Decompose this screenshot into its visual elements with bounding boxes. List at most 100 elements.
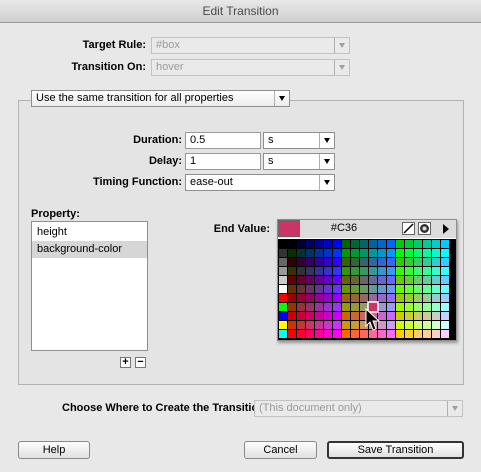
cancel-button[interactable]: Cancel	[244, 441, 317, 459]
delay-label: Delay:	[148, 155, 182, 167]
duration-unit-select[interactable]: s	[263, 132, 335, 149]
color-hex-value: #C36	[330, 222, 358, 234]
palette-cell	[441, 258, 449, 266]
palette-cell	[378, 285, 386, 293]
palette-cell	[342, 294, 350, 302]
palette-cell	[342, 285, 350, 293]
remove-property-button[interactable]: −	[135, 357, 146, 368]
palette-cell	[441, 267, 449, 275]
palette-cell	[396, 330, 404, 338]
palette-cell	[315, 303, 323, 311]
target-rule-label: Target Rule:	[82, 39, 146, 51]
help-button[interactable]: Help	[18, 441, 90, 459]
palette-cell	[342, 330, 350, 338]
palette-cell	[279, 258, 287, 266]
palette-cell	[360, 294, 368, 302]
palette-cell	[414, 294, 422, 302]
palette-cell	[432, 321, 440, 329]
palette-cell	[387, 312, 395, 320]
save-transition-button[interactable]: Save Transition	[327, 441, 464, 459]
delay-unit-value: s	[268, 155, 274, 167]
palette-cell	[441, 285, 449, 293]
duration-input[interactable]: 0.5	[185, 132, 261, 149]
list-item[interactable]: background-color	[32, 241, 147, 258]
palette-cell	[315, 285, 323, 293]
palette-cell	[414, 240, 422, 248]
end-value-label: End Value:	[213, 223, 270, 235]
palette-cell	[387, 303, 395, 311]
palette-cell	[423, 276, 431, 284]
palette-cell	[405, 285, 413, 293]
palette-cell	[423, 267, 431, 275]
right-arrow-icon[interactable]	[436, 220, 456, 238]
palette-cell	[288, 267, 296, 275]
palette-cell	[405, 249, 413, 257]
delay-unit-select[interactable]: s	[263, 153, 335, 170]
target-rule-select[interactable]: #box	[151, 37, 350, 54]
slash-icon[interactable]	[402, 222, 415, 235]
palette-cell	[387, 330, 395, 338]
palette-cell	[333, 294, 341, 302]
palette-cell	[315, 240, 323, 248]
palette-cell	[360, 258, 368, 266]
palette-cell	[324, 240, 332, 248]
palette-cell	[405, 258, 413, 266]
palette-cell	[297, 276, 305, 284]
palette-cell	[342, 321, 350, 329]
palette-cell	[441, 294, 449, 302]
palette-cell	[342, 303, 350, 311]
palette-cell	[414, 258, 422, 266]
palette-cell	[342, 267, 350, 275]
palette-cell	[351, 321, 359, 329]
property-list: height background-color	[31, 221, 148, 351]
transition-on-select[interactable]: hover	[151, 59, 350, 76]
add-property-button[interactable]: +	[120, 357, 131, 368]
palette-cell	[423, 294, 431, 302]
palette-cell	[306, 267, 314, 275]
palette-cell	[441, 303, 449, 311]
palette-cell	[333, 267, 341, 275]
palette-cell	[306, 321, 314, 329]
transition-mode-select[interactable]: Use the same transition for all properti…	[31, 90, 290, 107]
transition-mode-value: Use the same transition for all properti…	[36, 92, 234, 104]
create-where-label: Choose Where to Create the Transition:	[62, 402, 269, 414]
palette-cell	[351, 330, 359, 338]
palette-cell	[297, 285, 305, 293]
duration-label: Duration:	[133, 134, 182, 146]
palette-cell	[378, 249, 386, 257]
palette-cell	[306, 294, 314, 302]
palette-cell	[396, 303, 404, 311]
palette-cell	[378, 267, 386, 275]
palette-cell	[432, 294, 440, 302]
palette-cell	[423, 321, 431, 329]
palette-cell	[369, 258, 377, 266]
palette-cell	[333, 303, 341, 311]
palette-cell	[387, 258, 395, 266]
palette-cell	[414, 285, 422, 293]
list-item[interactable]: height	[32, 224, 147, 241]
palette-cell	[342, 240, 350, 248]
color-wheel-icon[interactable]	[418, 222, 431, 235]
palette-cell	[351, 267, 359, 275]
palette-cell	[369, 276, 377, 284]
palette-cell	[441, 330, 449, 338]
property-label: Property:	[31, 208, 80, 220]
create-where-select[interactable]: (This document only)	[254, 400, 463, 417]
palette-cell	[333, 312, 341, 320]
palette-cell	[423, 285, 431, 293]
palette-cell	[342, 249, 350, 257]
timing-function-select[interactable]: ease-out	[185, 174, 335, 191]
current-color-swatch	[278, 220, 300, 237]
delay-input[interactable]: 1	[185, 153, 261, 170]
palette-cell	[324, 303, 332, 311]
palette-cell	[360, 240, 368, 248]
palette-cell	[297, 249, 305, 257]
duration-unit-value: s	[268, 134, 274, 146]
palette-cell	[405, 240, 413, 248]
palette-cell	[324, 330, 332, 338]
palette-cell	[387, 249, 395, 257]
palette-cell	[378, 276, 386, 284]
palette-cell	[387, 294, 395, 302]
timing-function-label: Timing Function:	[92, 176, 182, 188]
palette-cell	[297, 267, 305, 275]
